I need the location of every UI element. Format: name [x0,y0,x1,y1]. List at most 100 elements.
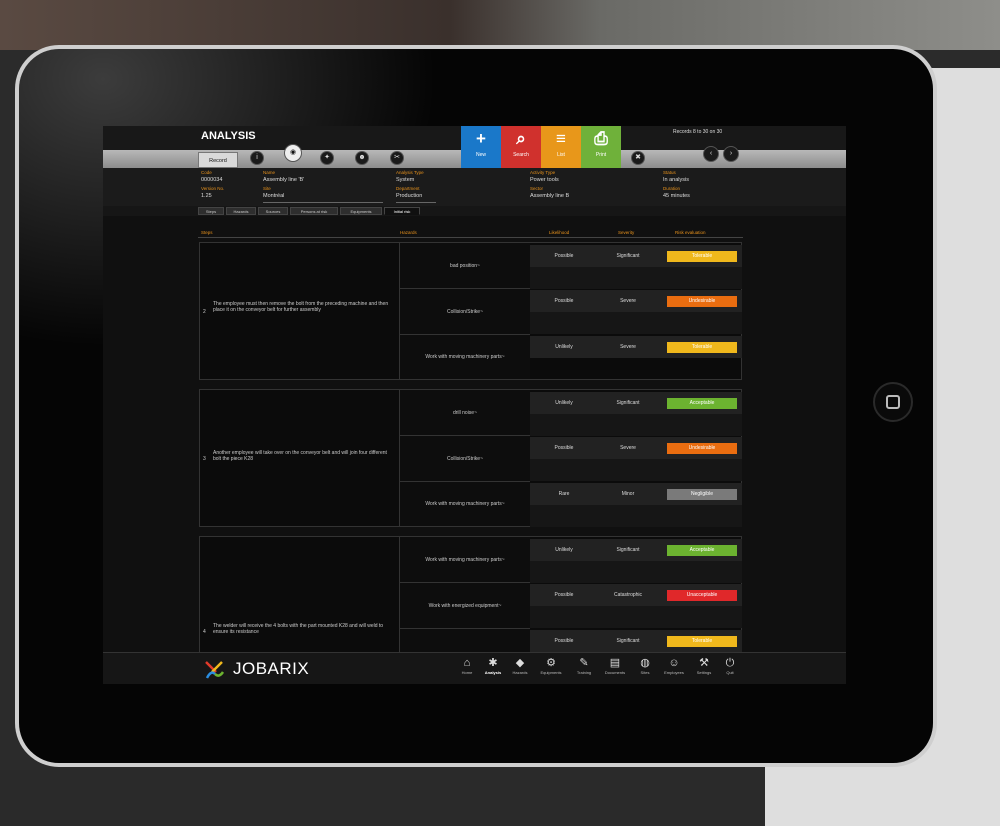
tab-initial-risk[interactable]: Initial risk [384,207,420,215]
nav-settings[interactable]: ⚒ Settings [692,656,716,675]
likelihood-value: Unlikely [555,344,573,350]
nav-employees[interactable]: ☺ Employees [662,656,686,675]
version-label: Version No. [201,186,225,191]
col-risk-evaluation: Risk evaluation [675,230,706,235]
hazard-cell[interactable]: Work with moving machinery parts~ [399,482,530,527]
hazard-cell[interactable]: Work with moving machinery parts~ [399,335,530,380]
risk-spacer [530,561,742,583]
print-button[interactable]: ⎙ Print [581,126,621,168]
department-value[interactable]: Production [396,193,422,199]
hazard-cell[interactable]: Collision/Strike~ [399,289,530,335]
risk-row[interactable]: Possible Significant Tolerable [530,245,742,267]
risk-row[interactable]: Rare Minor Negligible [530,483,742,505]
nav-label: Documents [604,670,626,675]
new-button[interactable]: + New [461,126,501,168]
risk-row[interactable]: Unlikely Severe Tolerable [530,336,742,358]
risk-row[interactable]: Possible Catastrophic Unacceptable [530,584,742,606]
status-label: Status [663,170,676,175]
site-value[interactable]: Montréal [263,193,284,199]
step-description[interactable]: The welder will receive the 4 bolts with… [213,623,393,635]
risk-row[interactable]: Possible Significant Tolerable [530,630,742,652]
hazard-cell[interactable]: Work with energized equipment~ [399,583,530,629]
code-value[interactable]: 0000034 [201,177,222,183]
ipad-home-button[interactable] [873,382,913,422]
info-icon[interactable]: i [250,151,264,165]
nav-label: Home [461,670,473,675]
hazard-cell[interactable]: bad position~ [399,243,530,289]
step-description[interactable]: Another employee will take over on the c… [213,450,391,462]
risk-row[interactable]: Possible Severe Undesirable [530,437,742,459]
severity-value: Significant [616,547,640,553]
tab-record[interactable]: Record [198,152,238,168]
search-button[interactable]: ⌕ Search [501,126,541,168]
activity-type-label: Activity Type [530,170,556,175]
background-photo-top [0,0,1000,50]
risk-row[interactable]: Unlikely Significant Acceptable [530,392,742,414]
severity-value: Severe [620,344,636,350]
likelihood-value: Possible [554,298,574,304]
tab-hazards[interactable]: Hazards [226,207,256,215]
duration-value[interactable]: 45 minutes [663,193,690,199]
nav-hazards[interactable]: ◆ Hazards [508,656,532,675]
step-number: 3 [203,456,206,462]
chevron-left-icon[interactable]: ‹ [703,146,719,162]
risk-spacer [530,505,742,527]
tab-steps[interactable]: Steps [198,207,224,215]
chevron-right-icon[interactable]: › [723,146,739,162]
page-title: ANALYSIS [201,130,256,142]
hazard-cell[interactable]: drill noise~ [399,390,530,436]
risk-spacer [530,459,742,481]
nav-training[interactable]: ✎ Training [572,656,596,675]
new-button-label: New [475,152,486,158]
list-button[interactable]: ≡ List [541,126,581,168]
step-number: 2 [203,309,206,315]
mask-icon[interactable]: ✦ [320,151,334,165]
settings-icon: ⚒ [699,657,709,669]
nav-analysis[interactable]: ✱ Analysis [481,656,505,675]
name-value[interactable]: Assembly line 'B' [263,177,304,183]
step-group: 4 The welder will receive the 4 bolts wi… [199,536,742,659]
step-description[interactable]: The employee must then remove the bolt f… [213,301,391,313]
col-steps: Steps [201,230,213,235]
sector-value[interactable]: Assembly line B [530,193,569,199]
jobarix-logo-icon [205,661,225,679]
tab-sources[interactable]: Sources [258,207,288,215]
likelihood-value: Possible [554,445,574,451]
nav-quit[interactable]: ⏻ Quit [718,656,742,675]
step-group: 3 Another employee will take over on the… [199,389,742,527]
nav-sites[interactable]: ◍ Sites [633,656,657,675]
nav-home[interactable]: ⌂ Home [455,656,479,675]
risk-badge: Undesirable [667,296,737,307]
tab-persons-at-risk[interactable]: Persons at risk [290,207,338,215]
trash-icon[interactable]: ✖ [631,151,645,165]
brand-name: JOBARIX [233,659,310,678]
version-value[interactable]: 1.25 [201,193,212,199]
severity-value: Significant [616,638,640,644]
hazard-cell[interactable]: Work with moving machinery parts~ [399,537,530,583]
code-label: Code [201,170,212,175]
analysis-type-label: Analysis Type [396,170,424,175]
risk-row[interactable]: Possible Severe Undesirable [530,290,742,312]
home-icon: ⌂ [463,657,471,669]
analysis-type-value[interactable]: System [396,177,414,183]
step-number: 4 [203,629,206,635]
status-value[interactable]: In analysis [663,177,689,183]
severity-value: Significant [616,400,640,406]
hazard-cell[interactable]: Collision/Strike~ [399,436,530,482]
people-icon[interactable]: ☻ [355,151,369,165]
name-label: Name [263,170,276,175]
nav-documents[interactable]: ▤ Documents [603,656,627,675]
severity-value: Severe [620,445,636,451]
activity-type-value[interactable]: Power tools [530,177,559,183]
risk-row[interactable]: Unlikely Significant Acceptable [530,539,742,561]
tab-equipments[interactable]: Equipments [340,207,382,215]
app-screen: ANALYSIS Records 8 to 30 on 30 Record i … [103,126,846,684]
attach-icon[interactable]: ✂ [390,151,404,165]
likelihood-value: Unlikely [555,547,573,553]
documents-icon: ▤ [609,657,621,669]
nav-equipments[interactable]: ⚙ Equipments [539,656,563,675]
search-icon: ⌕ [516,129,526,148]
printer-icon: ⎙ [594,129,608,148]
hazards-icon[interactable]: ◉ [284,144,302,162]
risk-spacer [530,414,742,436]
